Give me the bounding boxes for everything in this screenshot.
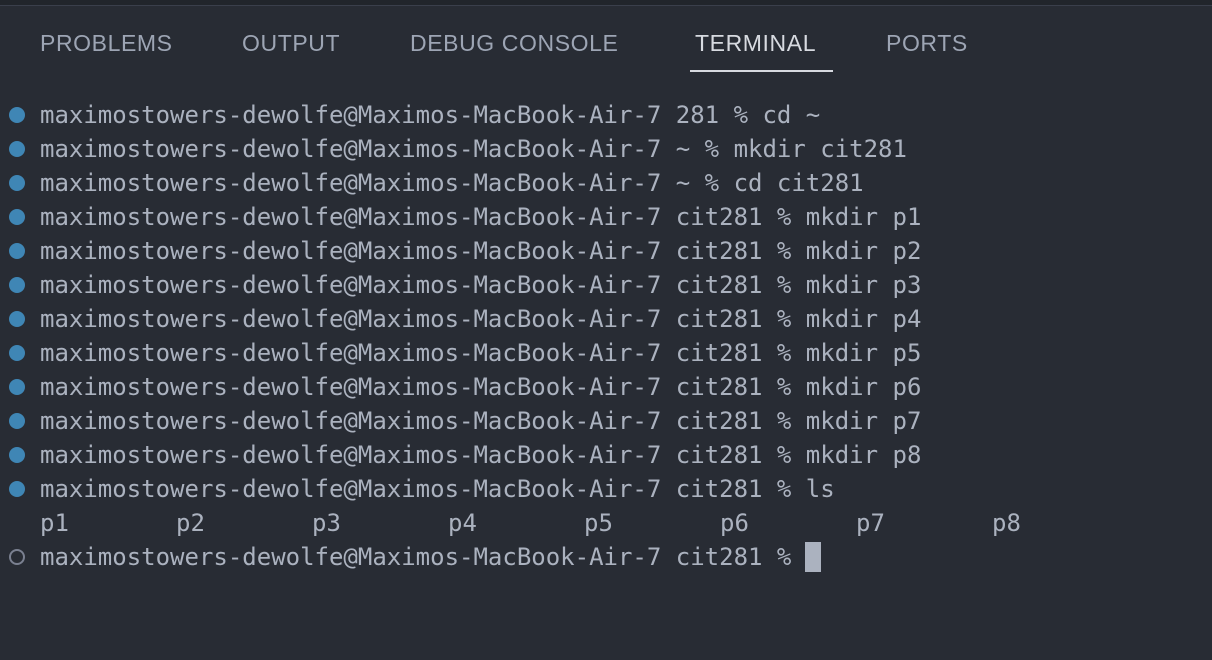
ls-entry: p8	[992, 509, 1021, 537]
ls-entry: p5	[584, 509, 613, 537]
hollow-circle-icon	[9, 549, 25, 565]
ls-entry: p3	[312, 509, 341, 537]
command-text: maximostowers-dewolfe@Maximos-MacBook-Ai…	[40, 475, 835, 503]
command-text: maximostowers-dewolfe@Maximos-MacBook-Ai…	[40, 373, 922, 401]
prompt-text: maximostowers-dewolfe@Maximos-MacBook-Ai…	[40, 543, 792, 571]
command-text: maximostowers-dewolfe@Maximos-MacBook-Ai…	[40, 271, 922, 299]
tab-debug-console[interactable]: DEBUG CONSOLE	[410, 30, 618, 57]
circle-dot-icon[interactable]	[9, 209, 25, 225]
ls-entry: p1	[40, 509, 69, 537]
command-text: maximostowers-dewolfe@Maximos-MacBook-Ai…	[40, 101, 821, 129]
terminal-line: maximostowers-dewolfe@Maximos-MacBook-Ai…	[0, 438, 1212, 472]
tab-output[interactable]: OUTPUT	[242, 30, 340, 57]
command-text: maximostowers-dewolfe@Maximos-MacBook-Ai…	[40, 407, 922, 435]
command-text: maximostowers-dewolfe@Maximos-MacBook-Ai…	[40, 305, 922, 333]
ls-entry: p4	[448, 509, 477, 537]
command-text: maximostowers-dewolfe@Maximos-MacBook-Ai…	[40, 339, 922, 367]
tab-terminal[interactable]: TERMINAL	[695, 30, 816, 57]
command-text: maximostowers-dewolfe@Maximos-MacBook-Ai…	[40, 135, 907, 163]
terminal-line: maximostowers-dewolfe@Maximos-MacBook-Ai…	[0, 234, 1212, 268]
circle-dot-icon[interactable]	[9, 311, 25, 327]
terminal-output[interactable]: maximostowers-dewolfe@Maximos-MacBook-Ai…	[0, 98, 1212, 658]
circle-dot-icon[interactable]	[9, 175, 25, 191]
circle-dot-icon[interactable]	[9, 277, 25, 293]
terminal-line: maximostowers-dewolfe@Maximos-MacBook-Ai…	[0, 302, 1212, 336]
circle-dot-icon[interactable]	[9, 345, 25, 361]
terminal-line: maximostowers-dewolfe@Maximos-MacBook-Ai…	[0, 166, 1212, 200]
terminal-prompt-line[interactable]: maximostowers-dewolfe@Maximos-MacBook-Ai…	[0, 540, 1212, 574]
terminal-line: maximostowers-dewolfe@Maximos-MacBook-Ai…	[0, 200, 1212, 234]
text-cursor	[805, 542, 822, 572]
terminal-line: maximostowers-dewolfe@Maximos-MacBook-Ai…	[0, 98, 1212, 132]
command-text: maximostowers-dewolfe@Maximos-MacBook-Ai…	[40, 169, 864, 197]
panel-tab-bar: PROBLEMS OUTPUT DEBUG CONSOLE TERMINAL P…	[0, 6, 1212, 76]
circle-dot-icon[interactable]	[9, 107, 25, 123]
circle-dot-icon[interactable]	[9, 447, 25, 463]
terminal-line: maximostowers-dewolfe@Maximos-MacBook-Ai…	[0, 370, 1212, 404]
circle-dot-icon[interactable]	[9, 379, 25, 395]
circle-dot-icon[interactable]	[9, 481, 25, 497]
ls-output: p1 p2 p3 p4 p5 p6 p7 p8	[40, 506, 1021, 540]
tab-problems[interactable]: PROBLEMS	[40, 30, 173, 57]
tab-ports[interactable]: PORTS	[886, 30, 968, 57]
ls-entry: p7	[856, 509, 885, 537]
terminal-line: maximostowers-dewolfe@Maximos-MacBook-Ai…	[0, 132, 1212, 166]
ls-entry: p6	[720, 509, 749, 537]
active-tab-indicator	[690, 70, 833, 72]
circle-dot-icon[interactable]	[9, 141, 25, 157]
terminal-line: maximostowers-dewolfe@Maximos-MacBook-Ai…	[0, 472, 1212, 506]
command-text: maximostowers-dewolfe@Maximos-MacBook-Ai…	[40, 441, 922, 469]
terminal-line: maximostowers-dewolfe@Maximos-MacBook-Ai…	[0, 336, 1212, 370]
command-text: maximostowers-dewolfe@Maximos-MacBook-Ai…	[40, 237, 922, 265]
prompt-wrap: maximostowers-dewolfe@Maximos-MacBook-Ai…	[40, 540, 822, 574]
circle-dot-icon[interactable]	[9, 413, 25, 429]
terminal-line: maximostowers-dewolfe@Maximos-MacBook-Ai…	[0, 404, 1212, 438]
command-text: maximostowers-dewolfe@Maximos-MacBook-Ai…	[40, 203, 922, 231]
circle-dot-icon[interactable]	[9, 243, 25, 259]
terminal-panel: PROBLEMS OUTPUT DEBUG CONSOLE TERMINAL P…	[0, 0, 1212, 660]
ls-entry: p2	[176, 509, 205, 537]
terminal-line: maximostowers-dewolfe@Maximos-MacBook-Ai…	[0, 268, 1212, 302]
ls-output-line: p1 p2 p3 p4 p5 p6 p7 p8	[0, 506, 1212, 540]
